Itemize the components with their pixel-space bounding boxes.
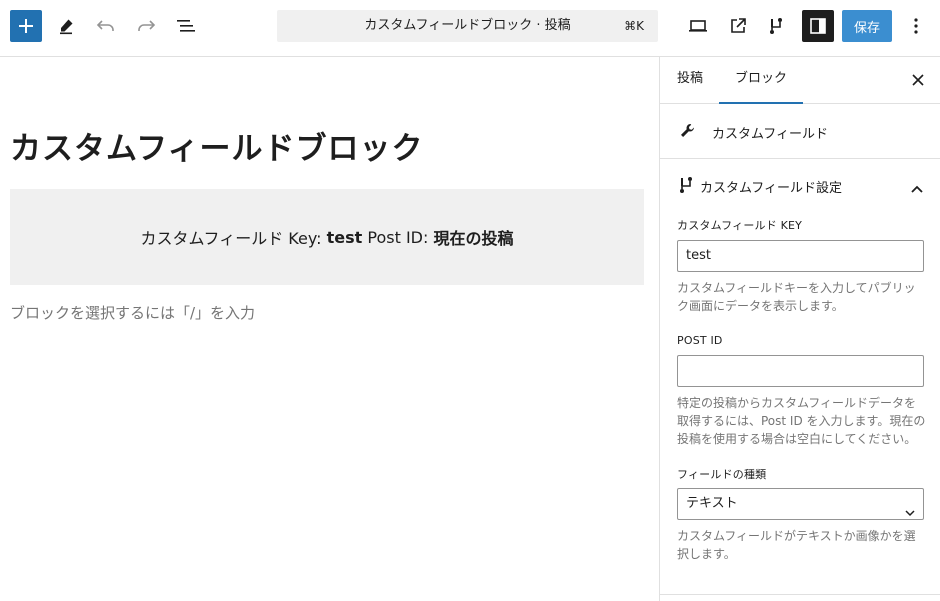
document-title: カスタムフィールドブロック · 投稿 — [364, 18, 571, 33]
panel-title: カスタムフィールド設定 — [700, 181, 842, 196]
custom-field-block[interactable]: カスタムフィールド Key: test Post ID: 現在の投稿 — [10, 189, 644, 285]
chevron-up-icon[interactable] — [911, 178, 923, 197]
list-view-button[interactable] — [170, 10, 202, 42]
redo-icon — [138, 20, 156, 31]
tab-block[interactable]: ブロック — [719, 57, 803, 104]
post-id-help-text: 特定の投稿からカスタムフィールドデータを取得するには、Post ID を入力しま… — [677, 396, 926, 446]
command-palette-bar[interactable]: カスタムフィールドブロック · 投稿 ⌘K — [277, 10, 658, 42]
block-key-value: test — [326, 227, 363, 247]
close-icon — [912, 74, 924, 86]
sidebar-toggle-icon — [810, 18, 826, 34]
laptop-icon — [689, 20, 707, 32]
add-block-button[interactable] — [10, 10, 42, 42]
undo-button[interactable] — [90, 10, 122, 42]
field-type-help-text: カスタムフィールドがテキストか画像かを選択します。 — [677, 529, 916, 561]
field-type-label: フィールドの種類 — [677, 468, 767, 481]
custom-field-icon — [678, 176, 694, 198]
close-sidebar-button[interactable] — [909, 71, 927, 89]
custom-field-icon — [770, 18, 782, 34]
post-id-field-label: POST ID — [677, 334, 723, 347]
block-key-prefix: カスタムフィールド Key: — [140, 229, 322, 248]
settings-sidebar: 投稿 ブロック カスタムフィールド カスタムフィールド設定 カスタムフィールド … — [659, 57, 940, 601]
chevron-down-icon — [905, 499, 915, 529]
settings-button[interactable] — [802, 10, 834, 42]
block-appender-placeholder[interactable]: ブロックを選択するには「/」を入力 — [10, 302, 255, 323]
field-type-select[interactable]: テキスト — [677, 488, 924, 520]
command-shortcut: ⌘K — [624, 19, 644, 33]
block-post-id-value: 現在の投稿 — [433, 229, 514, 248]
view-post-button[interactable] — [722, 10, 754, 42]
preview-button[interactable] — [682, 10, 714, 42]
redo-button[interactable] — [130, 10, 162, 42]
block-card-title: カスタムフィールド — [712, 127, 828, 142]
tab-post[interactable]: 投稿 — [677, 57, 703, 104]
panel-divider — [660, 594, 940, 595]
field-type-value: テキスト — [686, 496, 738, 511]
plus-icon — [19, 19, 33, 33]
key-input[interactable]: test — [677, 240, 924, 272]
key-help-text: カスタムフィールドキーを入力してパブリック画面にデータを表示します。 — [677, 281, 916, 313]
save-button[interactable]: 保存 — [842, 10, 892, 42]
tools-button[interactable] — [50, 10, 82, 42]
sidebar-tabs: 投稿 ブロック — [660, 57, 940, 104]
post-title[interactable]: カスタムフィールドブロック — [10, 123, 424, 168]
post-id-input[interactable] — [677, 355, 924, 387]
undo-icon — [96, 20, 114, 31]
vertical-ellipsis-icon — [914, 18, 918, 34]
block-icon-button[interactable] — [760, 10, 792, 42]
pencil-icon — [60, 19, 73, 35]
wrench-icon — [679, 122, 697, 144]
external-link-icon — [731, 18, 746, 33]
panel-header-custom-field-settings[interactable]: カスタムフィールド設定 — [660, 160, 940, 208]
list-view-icon — [177, 20, 195, 32]
editor-toolbar: カスタムフィールドブロック · 投稿 ⌘K 保存 — [0, 0, 940, 57]
block-post-id-label: Post ID: — [367, 227, 429, 247]
options-button[interactable] — [900, 10, 932, 42]
block-card: カスタムフィールド — [660, 104, 940, 159]
editor-canvas: カスタムフィールドブロック カスタムフィールド Key: test Post I… — [0, 57, 659, 601]
key-field-label: カスタムフィールド KEY — [677, 219, 803, 232]
